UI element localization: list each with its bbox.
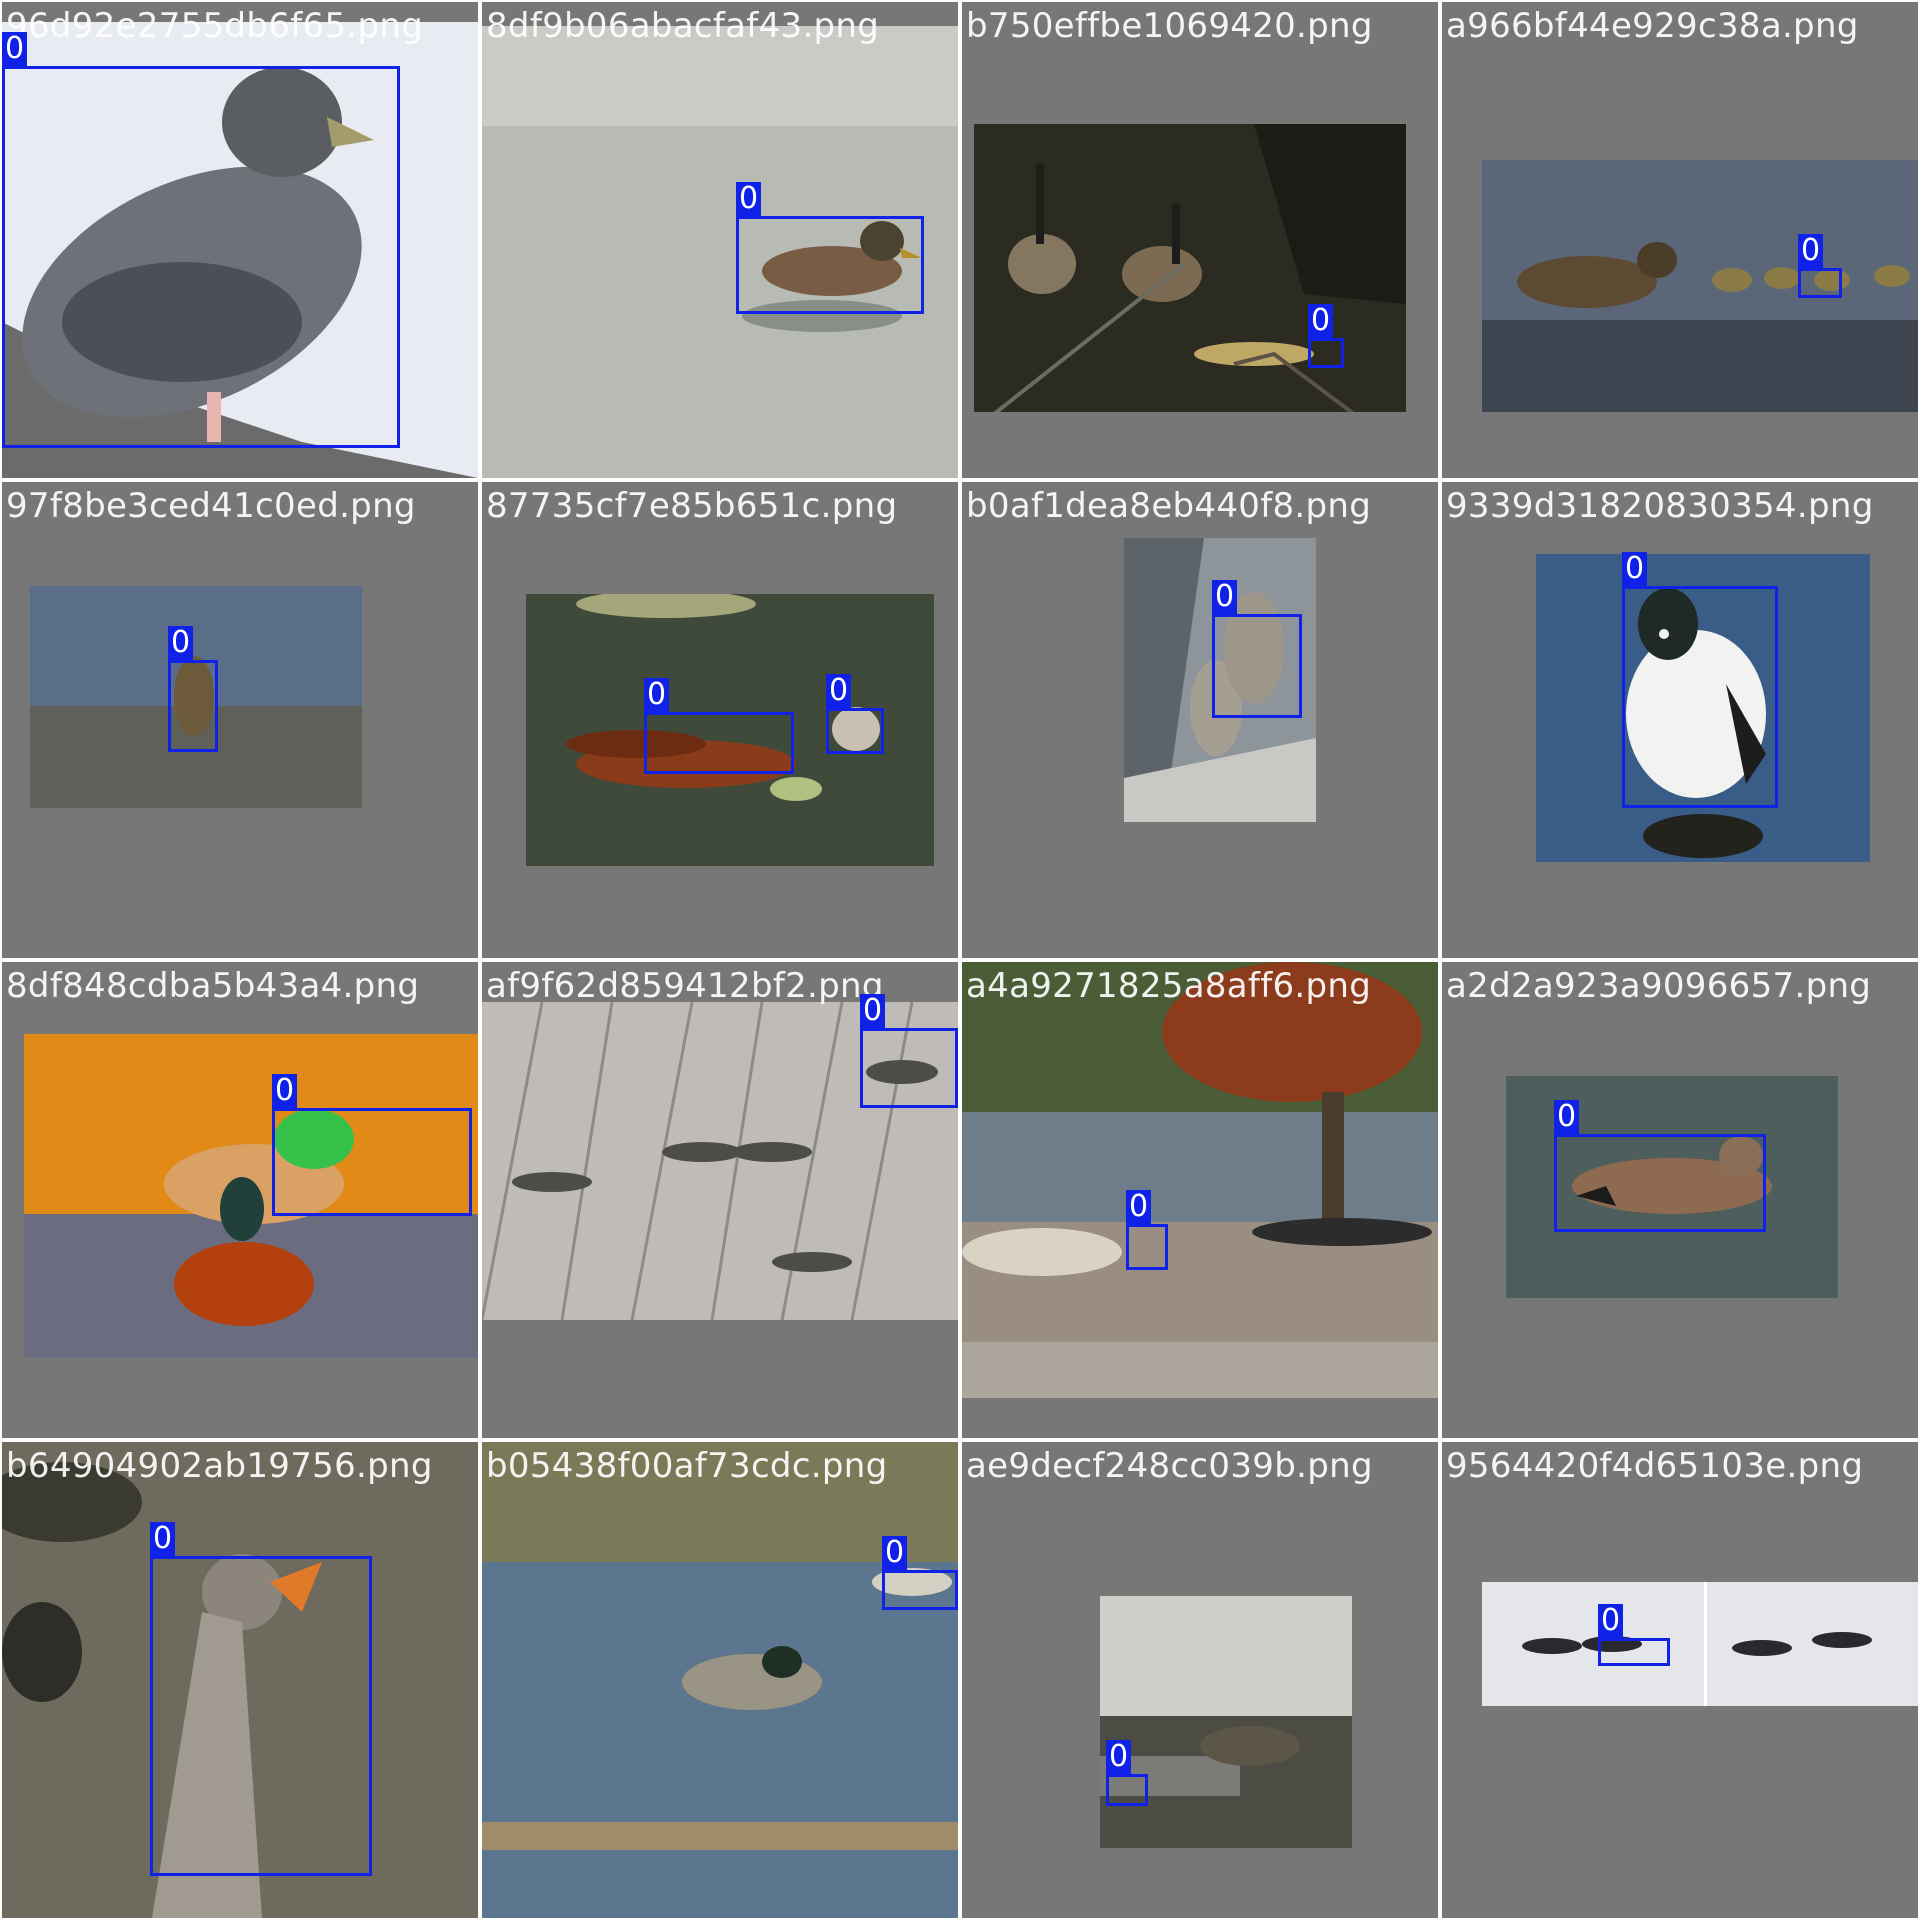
class-label: 0 [168,626,194,660]
image-filename: b05438f00af73cdc.png [486,1446,888,1486]
class-label: 0 [1622,552,1648,586]
landscape-photo [1100,1596,1352,1848]
ducks-photo [1482,1582,1918,1706]
detection-box [1554,1134,1766,1232]
class-label: 0 [1212,580,1238,614]
class-label: 0 [1554,1100,1580,1134]
image-filename: a4a9271825a8aff6.png [966,966,1372,1006]
class-label: 0 [1308,304,1334,338]
image-filename: a2d2a923a9096657.png [1446,966,1872,1006]
detection-box [860,1028,958,1108]
image-filename: 9564420f4d65103e.png [1446,1446,1864,1486]
detection-box [1106,1774,1148,1806]
class-label: 0 [2,32,28,66]
class-label: 0 [1106,1740,1132,1774]
detection-box [1126,1224,1168,1270]
image-filename: b0af1dea8eb440f8.png [966,486,1372,526]
class-label: 0 [1798,234,1824,268]
detection-box [644,712,794,774]
image-filename: 8df9b06abacfaf43.png [486,6,880,46]
image-filename: a966bf44e929c38a.png [1446,6,1859,46]
grid-tile[interactable]: b0af1dea8eb440f8.png 0 [962,482,1438,958]
image-filename: 9339d31820830354.png [1446,486,1874,526]
class-label: 0 [736,182,762,216]
grid-tile[interactable]: a4a9271825a8aff6.png 0 [962,962,1438,1438]
detection-box [1622,586,1778,808]
grid-tile[interactable]: b750effbe1069420.png 0 [962,2,1438,478]
detection-box [826,708,884,754]
class-label: 0 [860,994,886,1028]
grid-tile[interactable]: a966bf44e929c38a.png 0 [1442,2,1918,478]
geese-photo [974,124,1406,412]
image-filename: 96d92e2755db6f65.png [6,6,424,46]
park-lake-photo [962,962,1438,1398]
image-filename: 8df848cdba5b43a4.png [6,966,420,1006]
detection-box [1598,1638,1670,1666]
grid-tile[interactable]: 8df9b06abacfaf43.png 0 [482,2,958,478]
grid-tile[interactable]: ae9decf248cc039b.png 0 [962,1442,1438,1918]
image-filename: ae9decf248cc039b.png [966,1446,1373,1486]
class-label: 0 [272,1074,298,1108]
class-label: 0 [1126,1190,1152,1224]
class-label: 0 [1598,1604,1624,1638]
image-grid: 96d92e2755db6f65.png 0 8df9b06abacfaf43.… [0,0,1920,1920]
grid-tile[interactable]: b64904902ab19756.png 0 [2,1442,478,1918]
grid-tile[interactable]: 87735cf7e85b651c.png 0 0 [482,482,958,958]
image-filename: b750effbe1069420.png [966,6,1373,46]
detection-box [1212,614,1302,718]
grid-tile[interactable]: 96d92e2755db6f65.png 0 [2,2,478,478]
detection-box [272,1108,472,1216]
detection-box [150,1556,372,1876]
grid-tile[interactable]: 97f8be3ced41c0ed.png 0 [2,482,478,958]
class-label: 0 [644,678,670,712]
detection-box [1308,338,1344,368]
grid-tile[interactable]: b05438f00af73cdc.png 0 [482,1442,958,1918]
image-filename: 97f8be3ced41c0ed.png [6,486,416,526]
grid-tile[interactable]: 9564420f4d65103e.png 0 [1442,1442,1918,1918]
class-label: 0 [150,1522,176,1556]
image-filename: 87735cf7e85b651c.png [486,486,898,526]
grid-tile[interactable]: af9f62d859412bf2.png 0 [482,962,958,1438]
detection-box [168,660,218,752]
image-filename: b64904902ab19756.png [6,1446,433,1486]
grid-tile[interactable]: 8df848cdba5b43a4.png 0 [2,962,478,1438]
class-label: 0 [882,1536,908,1570]
detection-box [1798,268,1842,298]
ducklings-photo [1482,160,1918,412]
detection-box [882,1570,958,1610]
pond-photo [482,1442,958,1918]
class-label: 0 [826,674,852,708]
grid-tile[interactable]: 9339d31820830354.png 0 [1442,482,1918,958]
grid-tile[interactable]: a2d2a923a9096657.png 0 [1442,962,1918,1438]
image-filename: af9f62d859412bf2.png [486,966,884,1006]
detection-box [2,66,400,448]
detection-box [736,216,924,314]
